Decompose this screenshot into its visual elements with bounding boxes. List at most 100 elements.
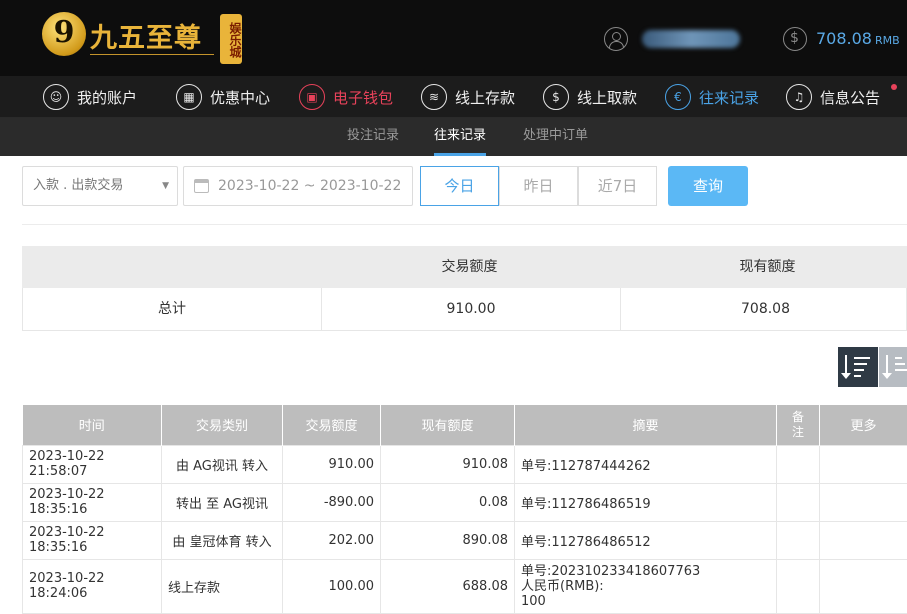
cell-balance: 0.08 — [381, 483, 515, 521]
nav-my-account[interactable]: ☺ 我的账户 — [43, 76, 137, 118]
nav-e-wallet[interactable]: ▣ 电子钱包 — [299, 76, 393, 118]
cell-balance: 890.08 — [381, 521, 515, 559]
sort-descending-button[interactable] — [838, 347, 878, 387]
sort-bar — [895, 357, 902, 359]
cell-more[interactable] — [820, 559, 907, 613]
summary-current-balance: 708.08 — [620, 288, 907, 330]
nav-label: 线上取款 — [577, 87, 637, 108]
cell-amount: 202.00 — [283, 521, 381, 559]
col-more[interactable]: 更多 — [820, 405, 907, 445]
wallet-icon: ▣ — [299, 84, 325, 110]
sort-bar — [895, 369, 907, 371]
cell-time: 2023-10-22 18:35:16 — [23, 521, 162, 559]
nav-label: 我的账户 — [77, 87, 137, 108]
cell-amount: 910.00 — [283, 445, 381, 483]
transaction-type-value: 入款 . 出款交易 — [33, 178, 123, 193]
col-amount[interactable]: 交易额度 — [283, 405, 381, 445]
date-range-input[interactable]: 2023-10-22 ~ 2023-10-22 — [183, 166, 413, 206]
account-balance: 708.08RMB — [816, 29, 900, 48]
calendar-icon — [194, 179, 209, 193]
bell-icon: ♫ — [786, 84, 812, 110]
deposit-icon: ≋ — [421, 84, 447, 110]
cell-more[interactable] — [820, 483, 907, 521]
summary-line: 单号:202310233418607763 — [521, 564, 770, 579]
summary-total-amount: 910.00 — [321, 288, 620, 330]
username-redacted — [642, 30, 740, 48]
withdraw-icon: $ — [543, 84, 569, 110]
nav-label: 优惠中心 — [210, 87, 270, 108]
nav-promotions[interactable]: ▦优惠中心 — [176, 76, 270, 118]
cell-time: 2023-10-22 18:24:06 — [23, 559, 162, 613]
quick-7days-button[interactable]: 近7日 — [578, 166, 657, 206]
summary-header-cell — [22, 246, 320, 288]
cell-summary: 单号:112787444262 — [515, 445, 777, 483]
cell-amount: -890.00 — [283, 483, 381, 521]
cell-remark — [777, 521, 820, 559]
sort-ascending-button[interactable] — [879, 347, 907, 387]
cell-type: 线上存款 — [162, 559, 283, 613]
records-icon: € — [665, 84, 691, 110]
sort-arrow-icon — [845, 355, 847, 377]
col-balance[interactable]: 现有额度 — [381, 405, 515, 445]
nav-transaction-records[interactable]: € 往来记录 — [665, 76, 759, 118]
sort-bar — [854, 357, 870, 359]
sort-bar — [854, 363, 867, 365]
logo-emblem: 9 — [42, 12, 86, 56]
sort-bar — [895, 363, 905, 365]
nav-label: 往来记录 — [699, 87, 759, 108]
cell-summary: 单号:112786486519 — [515, 483, 777, 521]
cell-more[interactable] — [820, 521, 907, 559]
table-row: 2023-10-22 18:35:16 由 皇冠体育 转入 202.00 890… — [23, 521, 907, 559]
summary-header: 交易额度 现有额度 — [22, 246, 907, 288]
nav-label: 电子钱包 — [333, 87, 393, 108]
cell-type: 由 AG视讯 转入 — [162, 445, 283, 483]
user-icon: ☺ — [43, 84, 69, 110]
top-header: 9 九五至尊 娱乐城 $ 708.08RMB — [0, 0, 907, 76]
records-table: 时间 交易类别 交易额度 现有额度 摘要 备注 更多 2023-10-22 21… — [22, 405, 907, 614]
summary-header-cell: 交易额度 — [320, 246, 619, 288]
summary-row: 总计 910.00 708.08 — [22, 288, 907, 331]
cell-type: 由 皇冠体育 转入 — [162, 521, 283, 559]
summary-header-cell: 现有额度 — [619, 246, 907, 288]
logo-text: 九五至尊 — [90, 16, 202, 55]
transaction-type-select[interactable]: 入款 . 出款交易 ▼ — [22, 166, 178, 206]
tab-pending-orders[interactable]: 处理中订单 — [523, 118, 588, 156]
user-icon — [604, 27, 628, 51]
nav-online-deposit[interactable]: ≋ 线上存款 — [421, 76, 515, 118]
cell-summary: 单号:202310233418607763 人民币(RMB): 100 — [515, 559, 777, 613]
balance-value: 708.08 — [816, 29, 872, 48]
site-logo[interactable]: 9 九五至尊 娱乐城 — [40, 10, 245, 66]
sort-bar — [854, 369, 864, 371]
cell-summary: 单号:112786486512 — [515, 521, 777, 559]
nav-label: 线上存款 — [455, 87, 515, 108]
table-row: 2023-10-22 21:58:07 由 AG视讯 转入 910.00 910… — [23, 445, 907, 483]
cell-time: 2023-10-22 18:35:16 — [23, 483, 162, 521]
balance-currency: RMB — [875, 34, 900, 47]
quick-today-button[interactable]: 今日 — [420, 166, 499, 206]
summary-line: 100 — [521, 594, 770, 609]
dollar-coin-icon: $ — [783, 27, 807, 51]
caret-down-icon: ▼ — [162, 167, 169, 205]
main-nav: ☺ 我的账户 ▦优惠中心 ▣ 电子钱包 ≋ 线上存款 $ 线上取款 € 往来记录 ♫信息公… — [0, 76, 907, 118]
cell-time: 2023-10-22 21:58:07 — [23, 445, 162, 483]
quick-yesterday-button[interactable]: 昨日 — [499, 166, 578, 206]
cell-balance: 910.08 — [381, 445, 515, 483]
tab-transaction-records[interactable]: 往来记录 — [434, 118, 486, 156]
records-header-row: 时间 交易类别 交易额度 现有额度 摘要 备注 更多 — [23, 405, 907, 445]
col-time[interactable]: 时间 — [23, 405, 162, 445]
col-summary[interactable]: 摘要 — [515, 405, 777, 445]
divider — [22, 224, 907, 225]
col-type[interactable]: 交易类别 — [162, 405, 283, 445]
col-remark[interactable]: 备注 — [777, 405, 820, 445]
table-row: 2023-10-22 18:24:06 线上存款 100.00 688.08 单… — [23, 559, 907, 613]
sub-nav: 投注记录 往来记录 处理中订单 — [0, 118, 907, 156]
sort-arrow-icon — [886, 355, 888, 377]
cell-remark — [777, 483, 820, 521]
nav-announcements[interactable]: ♫信息公告 — [786, 76, 880, 118]
sort-bar — [854, 375, 861, 377]
nav-online-withdraw[interactable]: $ 线上取款 — [543, 76, 637, 118]
tab-bet-records[interactable]: 投注记录 — [347, 118, 399, 156]
notification-dot — [891, 84, 897, 90]
query-button[interactable]: 查询 — [668, 166, 748, 206]
cell-more[interactable] — [820, 445, 907, 483]
